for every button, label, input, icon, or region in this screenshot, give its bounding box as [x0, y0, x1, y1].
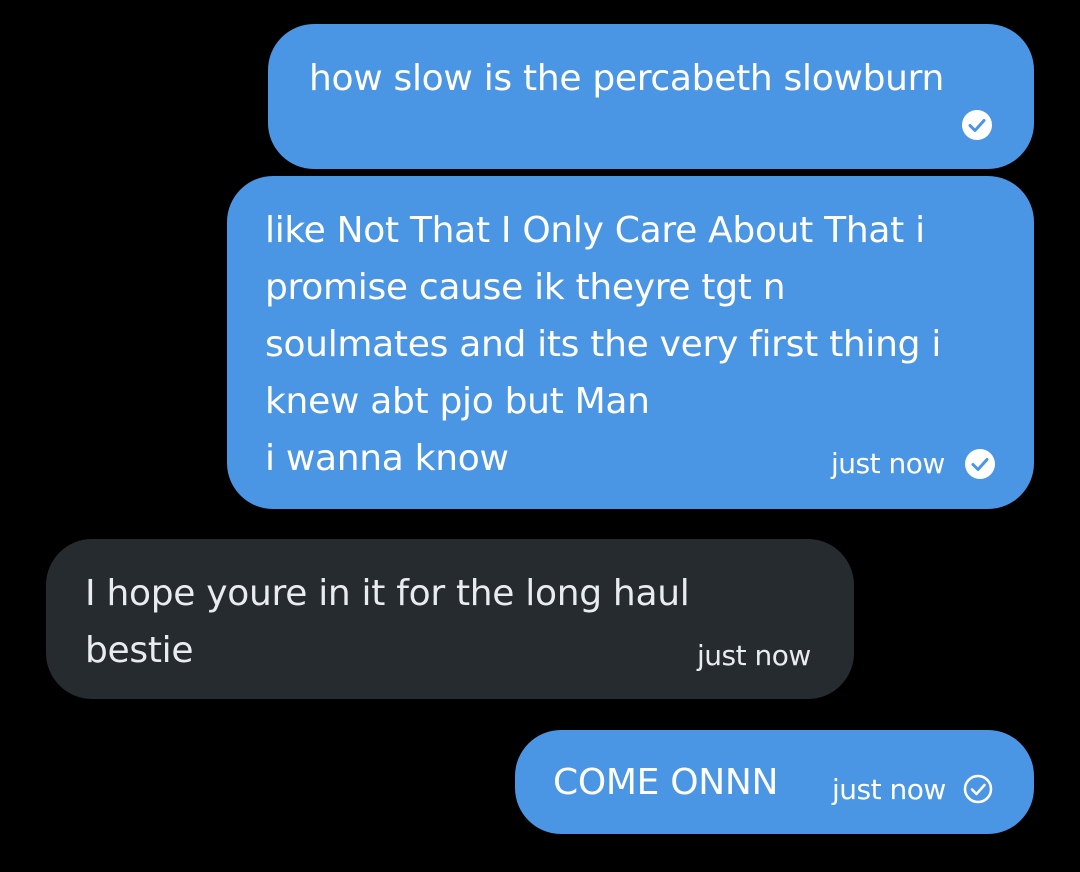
message-text: COME ONNN	[553, 762, 779, 803]
message-text: how slow is the percabeth slowburn	[309, 58, 945, 99]
message-text: I hope youre in it for the long haul bes…	[85, 573, 690, 671]
message-bubble-sent[interactable]: how slow is the percabeth slowburn	[268, 24, 1034, 169]
message-text: like Not That I Only Care About That i p…	[265, 210, 942, 479]
message-timestamp: just now	[831, 447, 945, 480]
message-bubble-sent[interactable]: COME ONNN just now	[515, 730, 1034, 834]
message-timestamp: just now	[697, 639, 811, 672]
message-timestamp: just now	[832, 773, 946, 806]
sent-check-icon	[963, 774, 993, 804]
message-bubble-received[interactable]: I hope youre in it for the long haul bes…	[46, 539, 854, 699]
read-check-icon	[962, 110, 992, 140]
message-bubble-sent[interactable]: like Not That I Only Care About That i p…	[227, 176, 1034, 509]
read-check-icon	[965, 449, 995, 479]
